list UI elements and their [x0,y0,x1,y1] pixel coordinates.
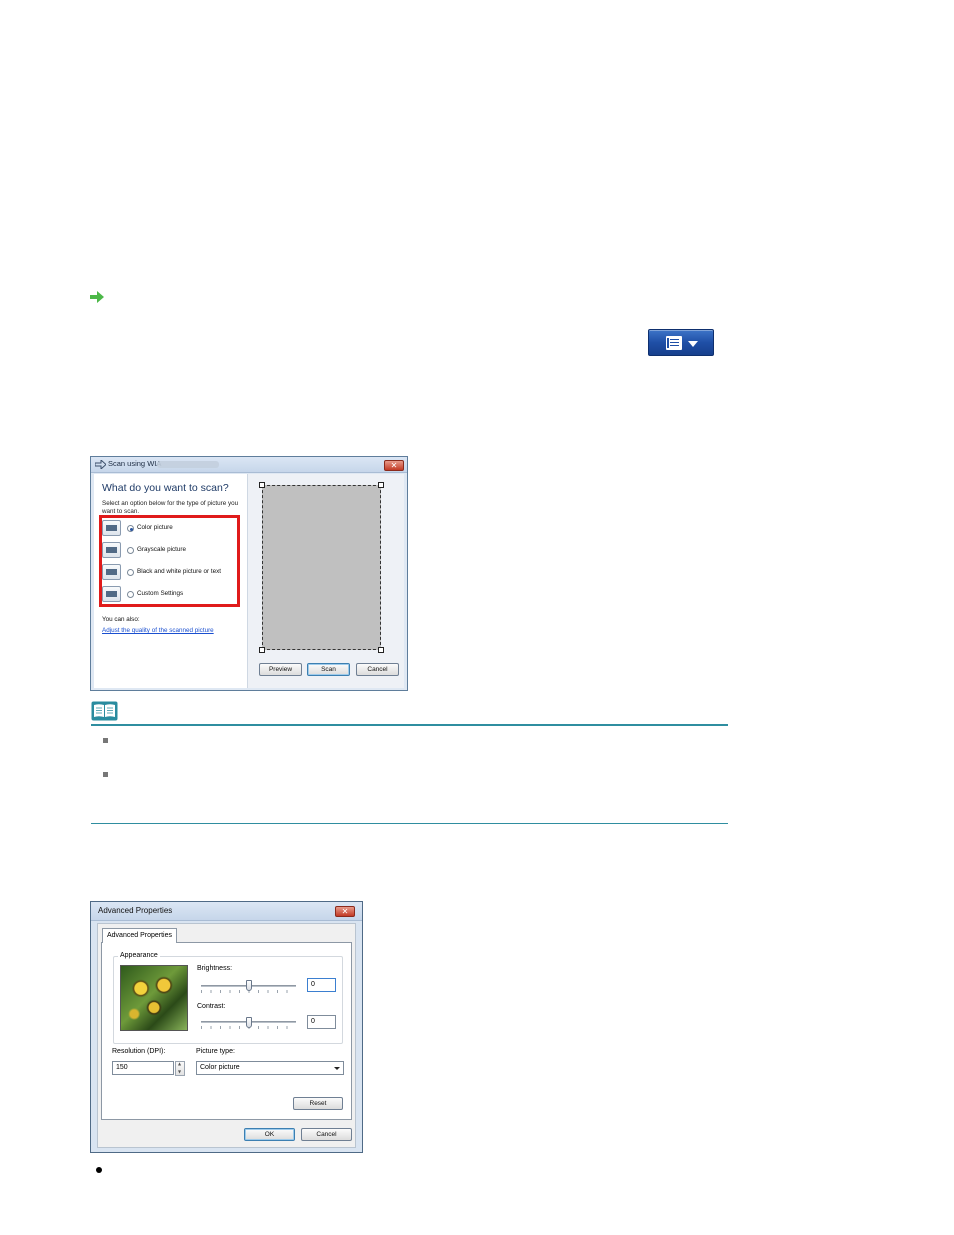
dropdown-arrow-icon [688,341,698,347]
adjust-quality-link[interactable]: Adjust the quality of the scanned pictur… [102,627,214,634]
appearance-group: Appearance Brightness: 0 Contrast: 0 [113,952,343,1044]
crop-handle[interactable] [378,647,384,653]
contrast-slider[interactable] [246,1017,252,1028]
scan-dialog: Scan using WIA ✕ What do you want to sca… [90,456,408,691]
you-can-also-label: You can also: [102,616,140,623]
tab-advanced-properties[interactable]: Advanced Properties [102,928,177,943]
scan-dialog-title: Scan using WIA [108,459,162,468]
green-arrow-icon [90,291,104,303]
scan-dialog-titlebar: Scan using WIA ✕ [91,457,407,473]
crop-handle[interactable] [259,647,265,653]
brightness-field[interactable]: 0 [307,978,336,992]
preview-pane: Preview Scan Cancel [247,474,404,688]
note-bottom-divider [91,823,728,824]
scanner-icon [95,460,106,469]
resolution-field[interactable]: 150 [112,1061,174,1075]
cancel-button[interactable]: Cancel [356,663,399,676]
scan-dialog-heading: What do you want to scan? [102,482,229,494]
note-bullet [103,738,108,743]
highlight-box [99,515,240,607]
brightness-slider[interactable] [246,980,252,991]
scan-dialog-instruction: Select an option below for the type of p… [102,500,239,515]
note-bullet [103,772,108,777]
preview-button[interactable]: Preview [259,663,302,676]
resolution-spinner[interactable] [175,1061,185,1076]
brightness-label: Brightness: [197,965,233,972]
note-top-divider [91,724,728,726]
list-bullet [96,1167,102,1173]
reset-button[interactable]: Reset [293,1097,343,1110]
contrast-label: Contrast: [197,1003,226,1010]
document-menu-icon [666,336,682,350]
ok-button[interactable]: OK [244,1128,295,1141]
advanced-dialog-close-button[interactable]: ✕ [335,906,355,917]
contrast-field[interactable]: 0 [307,1015,336,1029]
appearance-label: Appearance [118,952,160,959]
scan-options-pane: What do you want to scan? Select an opti… [94,474,246,688]
blurred-device-name [157,461,219,468]
crop-handle[interactable] [259,482,265,488]
advanced-dialog-titlebar: Advanced Properties ✕ [91,902,362,921]
chevron-down-icon [334,1067,340,1070]
menu-button[interactable] [648,329,714,356]
scan-dialog-close-button[interactable]: ✕ [384,460,404,471]
preview-thumbnail [120,965,188,1031]
advanced-properties-dialog: Advanced Properties ✕ Advanced Propertie… [90,901,363,1153]
scan-button[interactable]: Scan [307,663,350,676]
picture-type-value: Color picture [200,1064,240,1071]
resolution-label: Resolution (DPI): [112,1048,166,1055]
cancel-button[interactable]: Cancel [301,1128,352,1141]
picture-type-select[interactable]: Color picture [196,1061,344,1075]
crop-handle[interactable] [378,482,384,488]
preview-area[interactable] [259,482,384,653]
picture-type-label: Picture type: [196,1048,235,1055]
book-note-icon [91,701,118,721]
advanced-dialog-title: Advanced Properties [98,906,173,915]
advanced-properties-panel: Appearance Brightness: 0 Contrast: 0 Res… [101,942,352,1120]
